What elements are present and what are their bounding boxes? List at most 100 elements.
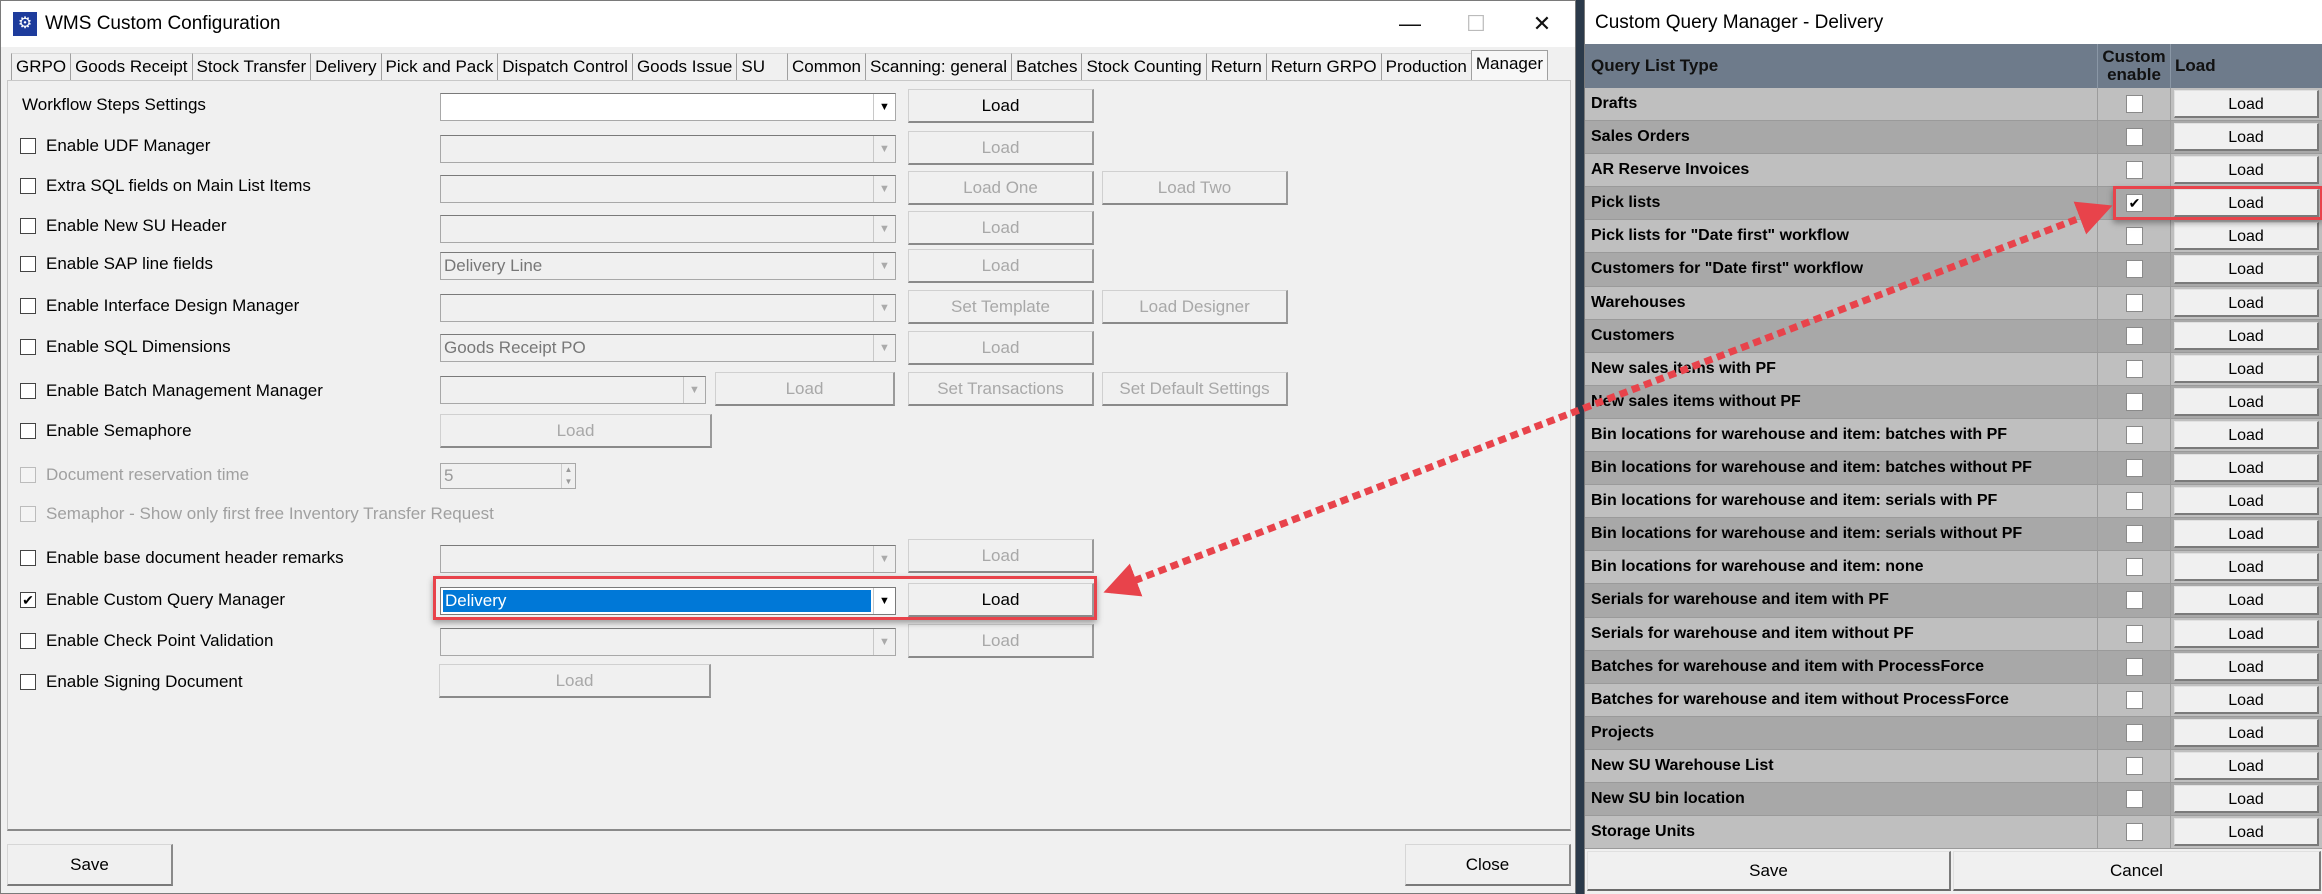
row-load-button[interactable]: Load (2174, 321, 2319, 350)
row-load-button[interactable]: Load (2174, 156, 2319, 185)
maximize-button[interactable]: ☐ (1443, 1, 1509, 47)
row-load-button[interactable]: Load (2174, 520, 2319, 549)
custom-enable-checkbox[interactable] (2126, 425, 2143, 444)
tab-goods-receipt[interactable]: Goods Receipt (70, 53, 193, 80)
tab-return-grpo[interactable]: Return GRPO (1265, 53, 1382, 80)
cqm-save-button[interactable]: Save (1587, 851, 1951, 891)
load-two-button[interactable]: Load Two (1102, 171, 1288, 205)
batch-mgmt-combo[interactable]: ▼ (440, 376, 706, 404)
base-doc-remarks-load-button[interactable]: Load (908, 539, 1094, 573)
udf-checkbox[interactable] (20, 138, 36, 154)
new-su-header-combo[interactable]: ▼ (440, 215, 896, 243)
row-load-button[interactable]: Load (2174, 387, 2319, 416)
col-load[interactable]: Load (2171, 44, 2322, 88)
tab-goods-issue[interactable]: Goods Issue (631, 53, 738, 80)
custom-enable-checkbox[interactable] (2126, 161, 2143, 180)
base-doc-remarks-checkbox[interactable] (20, 550, 36, 566)
custom-enable-checkbox[interactable] (2126, 823, 2143, 842)
semaphore-checkbox[interactable] (20, 423, 36, 439)
custom-enable-checkbox[interactable] (2126, 359, 2143, 378)
custom-enable-checkbox[interactable] (2126, 756, 2143, 775)
tab-stock-transfer[interactable]: Stock Transfer (191, 53, 312, 80)
row-load-button[interactable]: Load (2174, 222, 2319, 251)
row-load-button[interactable]: Load (2174, 685, 2319, 714)
row-load-button[interactable]: Load (2174, 288, 2319, 317)
new-su-header-checkbox[interactable] (20, 218, 36, 234)
row-load-button[interactable]: Load (2174, 487, 2319, 516)
sql-dimensions-load-button[interactable]: Load (908, 331, 1094, 365)
udf-load-button[interactable]: Load (908, 131, 1094, 165)
custom-enable-checkbox[interactable] (2126, 492, 2143, 511)
interface-design-checkbox[interactable] (20, 298, 36, 314)
custom-enable-checkbox[interactable] (2126, 95, 2143, 113)
custom-enable-checkbox[interactable] (2126, 558, 2143, 577)
set-transactions-button[interactable]: Set Transactions (908, 372, 1094, 406)
spin-up-icon[interactable]: ▲ (561, 464, 575, 476)
custom-enable-checkbox[interactable] (2126, 657, 2143, 676)
row-load-button[interactable]: Load (2174, 354, 2319, 383)
custom-enable-checkbox[interactable] (2126, 789, 2143, 808)
signing-doc-load-button[interactable]: Load (439, 664, 711, 698)
custom-enable-checkbox[interactable] (2126, 392, 2143, 411)
custom-enable-checkbox[interactable] (2126, 293, 2143, 312)
doc-reservation-spinner[interactable]: 5 ▲ ▼ (440, 463, 576, 489)
extra-sql-checkbox[interactable] (20, 178, 36, 194)
signing-doc-checkbox[interactable] (20, 674, 36, 690)
minimize-button[interactable]: — (1377, 1, 1443, 47)
col-query-list-type[interactable]: Query List Type (1585, 44, 2098, 88)
tab-production[interactable]: Production (1380, 53, 1472, 80)
new-su-header-load-button[interactable]: Load (908, 211, 1094, 245)
semaphore-load-button[interactable]: Load (440, 414, 712, 448)
tab-scanning-general[interactable]: Scanning: general (864, 53, 1013, 80)
close-window-button[interactable]: ✕ (1509, 1, 1575, 47)
cqm-cancel-button[interactable]: Cancel (1953, 851, 2321, 891)
sap-line-combo[interactable]: Delivery Line ▼ (440, 252, 896, 280)
base-doc-remarks-combo[interactable]: ▼ (440, 545, 896, 573)
row-load-button[interactable]: Load (2174, 420, 2319, 450)
tab-pick-and-pack[interactable]: Pick and Pack (380, 53, 499, 80)
set-template-button[interactable]: Set Template (908, 290, 1094, 324)
row-load-button[interactable]: Load (2174, 123, 2319, 152)
row-load-button[interactable]: Load (2174, 454, 2319, 483)
sql-dimensions-combo[interactable]: Goods Receipt PO ▼ (440, 334, 896, 362)
row-load-button[interactable]: Load (2174, 784, 2319, 814)
custom-enable-checkbox[interactable] (2126, 525, 2143, 544)
custom-enable-checkbox[interactable] (2126, 128, 2143, 147)
batch-mgmt-load-button[interactable]: Load (715, 372, 895, 406)
row-load-button[interactable]: Load (2174, 818, 2319, 847)
custom-enable-checkbox[interactable] (2126, 624, 2143, 643)
tab-batches[interactable]: Batches (1011, 53, 1083, 80)
row-load-button[interactable]: Load (2174, 751, 2319, 780)
tab-manager[interactable]: Manager (1470, 50, 1548, 80)
custom-enable-checkbox[interactable] (2126, 326, 2143, 345)
doc-reservation-checkbox[interactable] (20, 467, 36, 483)
custom-query-checkbox[interactable]: ✔ (20, 592, 36, 608)
close-button[interactable]: Close (1405, 844, 1571, 886)
check-point-combo[interactable]: ▼ (440, 628, 896, 656)
tab-common[interactable]: Common (787, 53, 866, 80)
interface-design-combo[interactable]: ▼ (440, 294, 896, 322)
custom-enable-checkbox[interactable] (2126, 260, 2143, 279)
custom-enable-checkbox[interactable] (2126, 690, 2143, 709)
custom-enable-checkbox[interactable] (2126, 591, 2143, 610)
check-point-load-button[interactable]: Load (908, 624, 1094, 658)
batch-mgmt-checkbox[interactable] (20, 383, 36, 399)
row-load-button[interactable]: Load (2174, 619, 2319, 648)
tab-su[interactable]: SU (736, 53, 789, 80)
custom-enable-checkbox[interactable] (2126, 723, 2143, 742)
row-load-button[interactable]: Load (2174, 255, 2319, 284)
row-load-button[interactable]: Load (2174, 652, 2319, 681)
col-custom-enable[interactable]: Custom enable (2098, 44, 2171, 88)
row-load-button[interactable]: Load (2174, 718, 2319, 747)
row-load-button[interactable]: Load (2174, 586, 2319, 615)
custom-enable-checkbox[interactable] (2126, 459, 2143, 478)
row-load-button[interactable]: Load (2174, 90, 2319, 119)
extra-sql-combo[interactable]: ▼ (440, 175, 896, 203)
udf-combo[interactable]: ▼ (440, 135, 896, 163)
save-button[interactable]: Save (7, 844, 173, 886)
tab-return[interactable]: Return (1205, 53, 1267, 80)
tab-delivery[interactable]: Delivery (310, 53, 382, 80)
sql-dimensions-checkbox[interactable] (20, 339, 36, 355)
workflow-load-button[interactable]: Load (908, 89, 1094, 123)
tab-grpo[interactable]: GRPO (11, 53, 72, 80)
